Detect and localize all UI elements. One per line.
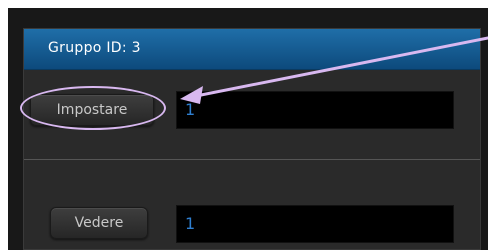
- group-dialog: Gruppo ID: 3 Impostare 1 Vedere 1: [23, 28, 481, 250]
- set-button[interactable]: Impostare: [30, 94, 154, 126]
- dialog-title: Gruppo ID: 3: [48, 40, 141, 56]
- dialog-titlebar: Gruppo ID: 3: [24, 29, 480, 70]
- set-row: Impostare 1: [24, 70, 480, 159]
- view-row: Vedere 1: [24, 160, 480, 250]
- view-button[interactable]: Vedere: [50, 207, 148, 239]
- view-value-field[interactable]: 1: [176, 205, 454, 243]
- set-value-field[interactable]: 1: [176, 91, 454, 129]
